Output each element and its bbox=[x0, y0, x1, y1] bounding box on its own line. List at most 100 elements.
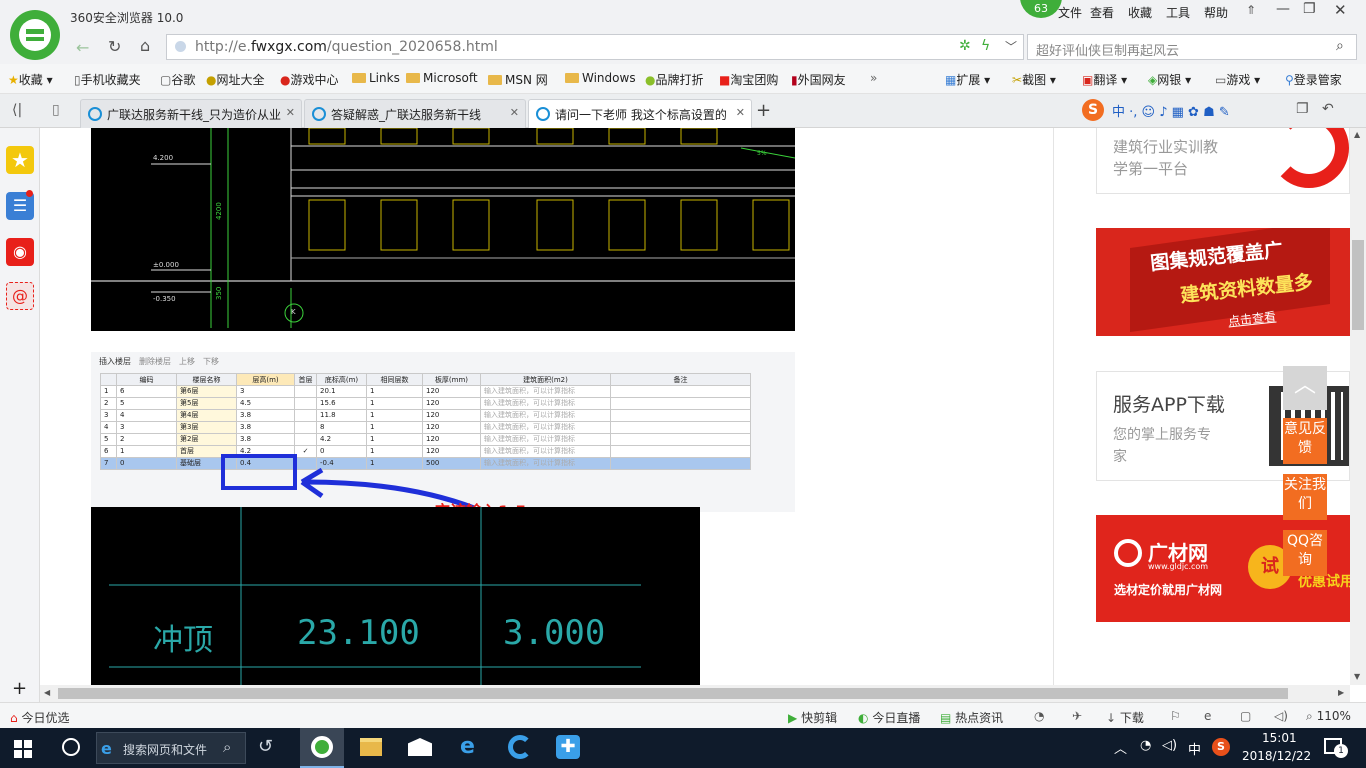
menu-view[interactable]: 查看 bbox=[1090, 4, 1114, 21]
status-download[interactable]: ↓ 下载 bbox=[1106, 709, 1144, 726]
edge-swirl-icon[interactable]: ↺ bbox=[258, 736, 273, 757]
close-button[interactable]: ✕ bbox=[1334, 1, 1347, 19]
edge-browser-icon[interactable]: e bbox=[460, 734, 475, 759]
back-to-top-button[interactable]: ︿ bbox=[1283, 366, 1327, 410]
horizontal-scrollbar[interactable]: ◀ ▶ bbox=[40, 685, 1350, 702]
tab-1[interactable]: 广联达服务新干线_只为造价从业 ✕ bbox=[80, 99, 302, 128]
daily-picks[interactable]: ⌂ 今日优选 bbox=[10, 709, 69, 726]
add-sidebar-icon[interactable]: + bbox=[12, 678, 27, 699]
bookmark-favorites[interactable]: ★收藏 ▾ bbox=[8, 71, 53, 88]
follow-us-button[interactable]: 关注我们 bbox=[1283, 474, 1327, 520]
app-plus-icon[interactable]: ✚ bbox=[556, 735, 580, 759]
status-news[interactable]: ▤ 热点资讯 bbox=[940, 709, 1003, 726]
tray-chevron-icon[interactable]: ︿ bbox=[1114, 738, 1127, 757]
horizontal-scroll-thumb[interactable] bbox=[58, 688, 1288, 699]
table-cell-first[interactable] bbox=[294, 421, 317, 434]
dropdown-chevron-icon[interactable]: ﹀ bbox=[1005, 38, 1017, 55]
new-tab-button[interactable]: + bbox=[756, 100, 771, 121]
table-cell-first[interactable] bbox=[294, 385, 317, 398]
scroll-left-icon[interactable]: ◀ bbox=[44, 688, 50, 697]
weibo-icon[interactable]: ◉ bbox=[6, 238, 34, 266]
status-clean-icon[interactable]: ✈ bbox=[1072, 709, 1082, 723]
table-cell-first[interactable] bbox=[294, 433, 317, 446]
status-zoom[interactable]: ⌕ 110% bbox=[1306, 709, 1351, 724]
mail-app-icon[interactable] bbox=[408, 738, 432, 756]
bookmark-hao[interactable]: ●网址大全 bbox=[206, 71, 265, 88]
mail-icon[interactable]: @ bbox=[6, 282, 34, 310]
clock-date[interactable]: 2018/12/22 bbox=[1242, 749, 1311, 763]
clock-time[interactable]: 15:01 bbox=[1262, 731, 1297, 745]
table-cell-height[interactable]: 3.8 bbox=[236, 433, 295, 446]
scroll-up-icon[interactable]: ▲ bbox=[1354, 130, 1360, 139]
taskbar-360-browser[interactable] bbox=[300, 728, 344, 768]
search-box[interactable]: 超好评仙侠巨制再起风云 ⌕ bbox=[1027, 34, 1357, 60]
bookmark-mobile[interactable]: ▯手机收藏夹 bbox=[74, 71, 141, 88]
tray-network-icon[interactable]: ◔ bbox=[1140, 738, 1151, 753]
table-row[interactable]: 2 5 第5层 4.5 15.6 1 120 输入建筑面积，可以计算指标 bbox=[100, 397, 751, 410]
bookmark-taobao[interactable]: ■淘宝团购 bbox=[719, 71, 778, 88]
vertical-scrollbar[interactable]: ▲ ▼ bbox=[1350, 128, 1366, 685]
toolbar-screenshot[interactable]: ✂截图 ▾ bbox=[1012, 71, 1056, 88]
back-button[interactable]: ← bbox=[76, 38, 89, 57]
sogou-app-icon[interactable] bbox=[508, 735, 532, 759]
more-bookmarks-icon[interactable]: » bbox=[870, 71, 877, 85]
status-speed-icon[interactable]: ◔ bbox=[1034, 709, 1044, 723]
toolbar-login[interactable]: ⚲登录管家 bbox=[1285, 71, 1342, 88]
toolbar-banking[interactable]: ◈网银 ▾ bbox=[1148, 71, 1191, 88]
menu-help[interactable]: 帮助 bbox=[1204, 4, 1228, 21]
toolbar-extensions[interactable]: ▦扩展 ▾ bbox=[945, 71, 990, 88]
toolbar-games[interactable]: ▭游戏 ▾ bbox=[1215, 71, 1260, 88]
tray-ime[interactable]: 中 bbox=[1188, 739, 1201, 758]
favorites-star-icon[interactable]: ★ bbox=[6, 146, 34, 174]
sidebar-toggle-icon[interactable]: ⟨| bbox=[12, 102, 22, 118]
table-row[interactable]: 5 2 第2层 3.8 4.2 1 120 输入建筑面积，可以计算指标 bbox=[100, 433, 751, 446]
browser-logo[interactable] bbox=[10, 10, 60, 60]
tab-2[interactable]: 答疑解惑_广联达服务新干线 ✕ bbox=[304, 99, 526, 128]
bookmark-windows[interactable]: Windows bbox=[565, 71, 636, 85]
notification-badge[interactable]: 63 bbox=[1020, 0, 1062, 18]
qq-consult-button[interactable]: QQ咨询 bbox=[1283, 530, 1327, 576]
scroll-right-icon[interactable]: ▶ bbox=[1338, 688, 1344, 697]
tab-close-icon[interactable]: ✕ bbox=[736, 106, 745, 119]
bookmark-brand[interactable]: ●品牌打折 bbox=[645, 71, 704, 88]
table-cell-first[interactable]: ✓ bbox=[294, 445, 317, 458]
sogou-ime-bar[interactable]: S 中 ·, ☺ ♪ ▦ ✿ ☗ ✎ bbox=[1082, 99, 1282, 123]
bookmark-microsoft[interactable]: Microsoft bbox=[406, 71, 478, 85]
menu-file[interactable]: 文件 bbox=[1058, 4, 1082, 21]
feedback-button[interactable]: 意见反馈 bbox=[1283, 418, 1327, 464]
ad-training[interactable]: 建筑行业实训教 学第一平台 bbox=[1096, 128, 1350, 194]
start-button[interactable] bbox=[14, 740, 32, 758]
tray-sogou-icon[interactable]: S bbox=[1212, 738, 1230, 756]
menu-tools[interactable]: 工具 bbox=[1166, 4, 1190, 21]
tab-list-icon[interactable]: ❐ bbox=[1296, 101, 1309, 117]
bookmark-google[interactable]: ▢谷歌 bbox=[160, 71, 195, 88]
action-center-button[interactable]: 1 bbox=[1324, 738, 1348, 758]
tray-volume-icon[interactable]: ◁) bbox=[1162, 738, 1177, 753]
table-cell-height[interactable]: 3 bbox=[236, 385, 295, 398]
ad-standards-cta[interactable]: 点击查看 bbox=[1227, 308, 1277, 330]
status-volume-icon[interactable]: ◁) bbox=[1274, 709, 1288, 723]
maximize-button[interactable]: ❐ bbox=[1303, 1, 1316, 17]
ad-standards[interactable]: 图集规范覆盖广 建筑资料数量多 点击查看 bbox=[1096, 228, 1350, 336]
bookmark-foreign[interactable]: ▮外国网友 bbox=[791, 71, 846, 88]
status-flag-icon[interactable]: ⚐ bbox=[1170, 709, 1181, 723]
home-button[interactable]: ⌂ bbox=[140, 36, 150, 55]
undo-close-icon[interactable]: ↶ bbox=[1322, 101, 1334, 117]
status-ie-icon[interactable]: e bbox=[1204, 709, 1211, 723]
phone-tab-icon[interactable]: ▯ bbox=[52, 102, 60, 118]
bookmark-msn[interactable]: MSN 网 bbox=[488, 71, 548, 88]
table-row[interactable]: 3 4 第4层 3.8 11.8 1 120 输入建筑面积，可以计算指标 bbox=[100, 409, 751, 422]
file-explorer-icon[interactable] bbox=[360, 738, 382, 756]
tab-close-icon[interactable]: ✕ bbox=[286, 106, 295, 119]
scroll-down-icon[interactable]: ▼ bbox=[1354, 672, 1360, 681]
cortana-icon[interactable] bbox=[62, 738, 80, 756]
address-bar[interactable]: http://e.fwxgx.com/question_2020658.html… bbox=[166, 34, 1024, 60]
tab-3-active[interactable]: 请问一下老师 我这个标高设置的 ✕ bbox=[528, 99, 752, 128]
scroll-thumb[interactable] bbox=[1352, 240, 1364, 330]
tab-close-icon[interactable]: ✕ bbox=[510, 106, 519, 119]
table-row[interactable]: 6 1 首层 4.2 ✓ 0 1 120 输入建筑面积，可以计算指标 bbox=[100, 445, 751, 458]
search-icon[interactable]: ⌕ bbox=[1336, 38, 1344, 54]
refresh-button[interactable]: ↻ bbox=[108, 37, 121, 56]
table-row[interactable]: 1 6 第6层 3 20.1 1 120 输入建筑面积，可以计算指标 bbox=[100, 385, 751, 398]
table-row[interactable]: 4 3 第3层 3.8 8 1 120 输入建筑面积，可以计算指标 bbox=[100, 421, 751, 434]
